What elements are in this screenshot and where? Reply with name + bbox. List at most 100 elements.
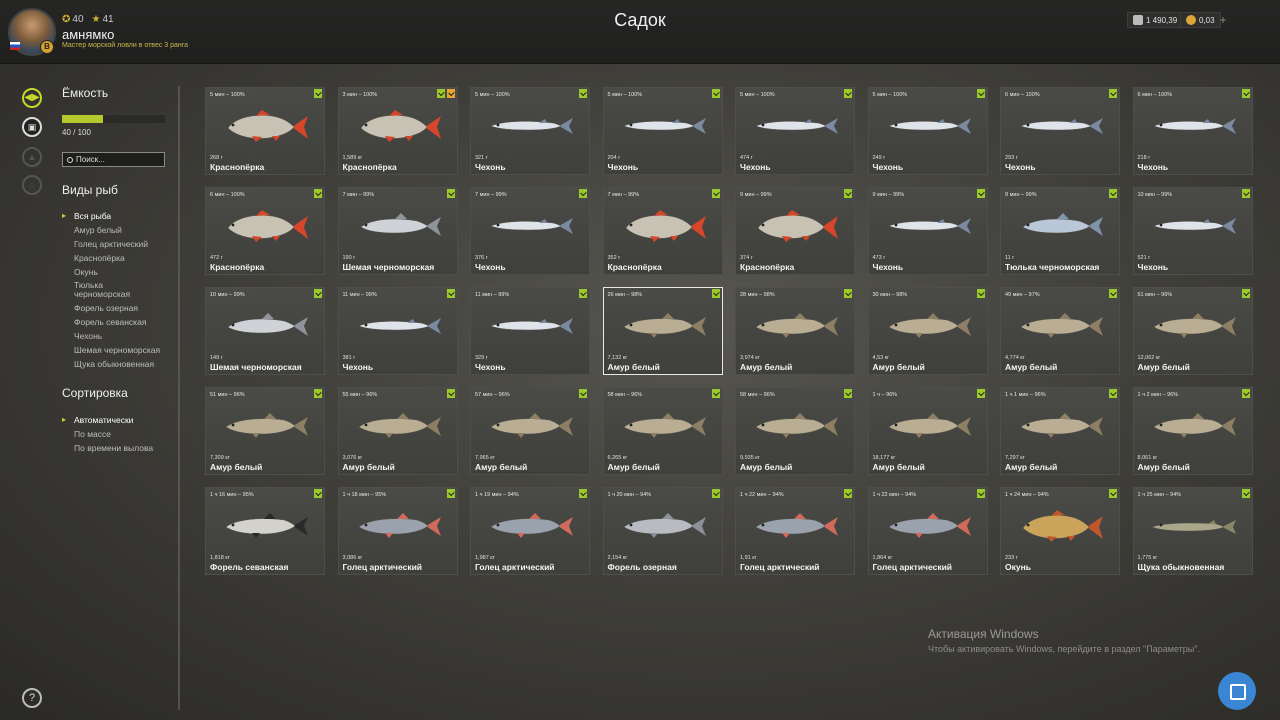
fish-weight: 11 г [1005,255,1015,261]
fish-card[interactable]: 28 мин – 98% 3,974 кг Амур белый [735,287,855,375]
capacity-fill [62,115,104,123]
fish-card[interactable]: 1 ч 16 мин – 95% 1,818 кг Форель севанская [205,487,325,575]
fish-image [888,413,971,438]
species-filter-item[interactable]: Щука обыкновенная [62,357,160,371]
fish-card[interactable]: 30 мин – 98% 4,53 кг Амур белый [867,287,988,375]
fish-weight: 233 г [1005,555,1018,561]
fish-card[interactable]: 5 мин – 100% 321 г Чехонь [470,87,590,175]
sort-option[interactable]: По времени вылова [62,441,153,455]
fish-card[interactable]: 10 мин – 99% 149 г Шемая черноморская [205,287,325,375]
map-icon[interactable]: ▲ [22,147,42,167]
fish-name: Голец арктический [740,562,820,572]
check-tag-icon [976,389,985,398]
fish-card[interactable]: 1 ч 19 мин – 94% 1,987 кг Голец арктически… [470,487,590,575]
species-filter-item[interactable]: Амур белый [62,223,160,237]
inventory-icon[interactable]: ▣ [22,117,42,137]
fish-card[interactable]: 49 мин – 97% 4,774 кг Амур белый [1000,287,1120,375]
fish-card[interactable]: 5 мин – 100% 268 г Краснопёрка [205,87,325,175]
species-filter-item[interactable]: Окунь [62,265,160,279]
species-filter-item[interactable]: Форель севанская [62,315,160,329]
fish-card[interactable]: 51 мин – 96% 7,309 кг Амур белый [205,387,325,475]
species-filter-item[interactable]: Шемая черноморская [62,343,160,357]
fish-keepnet-icon[interactable]: ◀▶ [22,88,42,108]
check-tag-icon [314,189,322,198]
fish-weight: 4,774 кг [1005,355,1025,361]
fish-card[interactable]: 51 мин – 96% 12,062 кг Амур белый [1132,287,1253,375]
fish-catch-time: 6 мин – 100% [210,192,245,198]
species-filter-item[interactable]: Голец арктический [62,237,160,251]
fish-card[interactable]: 7 мин – 99% 352 г Краснопёрка [602,187,723,275]
fish-card[interactable]: 1 ч 22 мин – 94% 1,864 кг Голец арктически… [867,487,988,575]
fish-image [227,110,308,142]
fish-catch-time: 26 мин – 98% [607,292,643,298]
fish-image [490,218,573,234]
sort-option[interactable]: По массе [62,427,153,441]
help-button[interactable]: ? [22,688,42,708]
fish-card[interactable]: 1 ч 20 мин – 94% 2,154 кг Форель озерная [602,487,723,575]
fish-card[interactable]: 26 мин – 98% 7,132 кг Амур белый [602,287,723,375]
fish-card[interactable]: 10 мин – 99% 521 г Чехонь [1132,187,1253,275]
fish-card[interactable]: 11 мин – 99% 381 г Чехонь [337,287,458,375]
fish-card[interactable]: 1 ч – 96% 18,177 кг Амур белый [867,387,988,475]
fish-card[interactable]: 58 мин – 96% 9,935 кг Амур белый [735,387,855,475]
add-currency-button[interactable]: + [1216,12,1230,28]
search-input[interactable] [76,155,161,164]
fish-name: Форель севанская [210,562,289,572]
fish-card[interactable]: 6 мин – 100% 218 г Чехонь [1132,87,1253,175]
fish-card[interactable]: 1 ч 24 мин – 94% 233 г Окунь [1000,487,1120,575]
check-tag-icon [1241,189,1250,198]
check-tag-icon [844,89,852,98]
fish-image [1022,510,1103,542]
fish-card[interactable]: 57 мин – 96% 7,965 кг Амур белый [470,387,590,475]
species-filter-item[interactable]: Форель озерная [62,301,160,315]
fish-image [358,513,441,538]
fish-card[interactable]: 58 мин – 96% 6,265 кг Амур белый [602,387,723,475]
windows-activation-title: Активация Windows [928,627,1039,641]
fish-card[interactable]: 9 мин – 99% 11 г Тюлька черноморская [1000,187,1120,275]
fish-card[interactable]: 6 мин – 100% 293 г Чехонь [1000,87,1120,175]
fish-card[interactable]: 1 ч 22 мин – 94% 1,91 кг Голец арктический [735,487,855,575]
fish-card[interactable]: 3 мин – 100% 1,589 кг Краснопёрка [337,87,458,175]
fish-weight: 1,775 кг [1137,555,1158,561]
fish-card[interactable]: 5 мин – 100% 474 г Чехонь [735,87,855,175]
fish-card[interactable]: 7 мин – 99% 376 г Чехонь [470,187,590,275]
fish-name: Голец арктический [872,562,953,572]
fish-image [490,318,573,334]
check-tag-icon [976,189,985,198]
home-icon[interactable]: ⌂ [22,175,42,195]
search-box[interactable] [62,152,165,167]
fish-card[interactable]: 11 мин – 99% 329 г Чехонь [470,287,590,375]
check-tag-icon [976,89,985,98]
check-tag-icon [579,89,587,98]
species-filter-item[interactable]: Краснопёрка [62,251,160,265]
fish-catch-time: 1 ч 24 мин – 94% [1005,492,1049,498]
species-filter-item[interactable]: Чехонь [62,329,160,343]
fish-weight: 329 г [475,355,488,361]
fish-card[interactable]: 1 ч 1 мин – 96% 7,297 кг Амур белый [1000,387,1120,475]
species-filter-item[interactable]: Тюлька черноморская [62,279,136,301]
chat-button[interactable] [1218,672,1256,710]
fish-card[interactable]: 5 мин – 100% 204 г Чехонь [602,87,723,175]
fish-name: Чехонь [475,162,506,172]
fish-catch-time: 11 мин – 99% [475,292,510,298]
fish-name: Чехонь [872,262,904,272]
fish-card[interactable]: 9 мин – 99% 473 г Чехонь [867,187,988,275]
fish-image [888,513,971,538]
fish-card[interactable]: 1 ч 25 мин – 94% 1,775 кг Щука обыкновенна… [1132,487,1253,575]
check-tag-icon [1109,489,1117,498]
silver-coin-icon [1133,15,1143,25]
fish-card[interactable]: 6 мин – 100% 472 г Краснопёрка [205,187,325,275]
fish-catch-time: 1 ч 25 мин – 94% [1137,492,1182,498]
fish-card[interactable]: 7 мин – 99% 190 г Шемая черноморская [337,187,458,275]
fish-name: Шемая черноморская [210,362,302,372]
species-filter-item[interactable]: Вся рыба [62,209,160,223]
fish-card[interactable]: 5 мин – 100% 249 г Чехонь [867,87,988,175]
fish-weight: 268 г [210,155,223,161]
fish-card[interactable]: 1 ч 18 мин – 95% 3,086 кг Голец арктически… [337,487,458,575]
fish-card[interactable]: 1 ч 2 мин – 96% 8,061 кг Амур белый [1132,387,1253,475]
fish-catch-time: 51 мин – 96% [1137,292,1173,298]
fish-card[interactable]: 55 мин – 96% 3,076 кг Амур белый [337,387,458,475]
fish-card[interactable]: 9 мин – 99% 374 г Краснопёрка [735,187,855,275]
sort-option[interactable]: Автоматически [62,413,153,427]
fish-image [755,118,838,134]
